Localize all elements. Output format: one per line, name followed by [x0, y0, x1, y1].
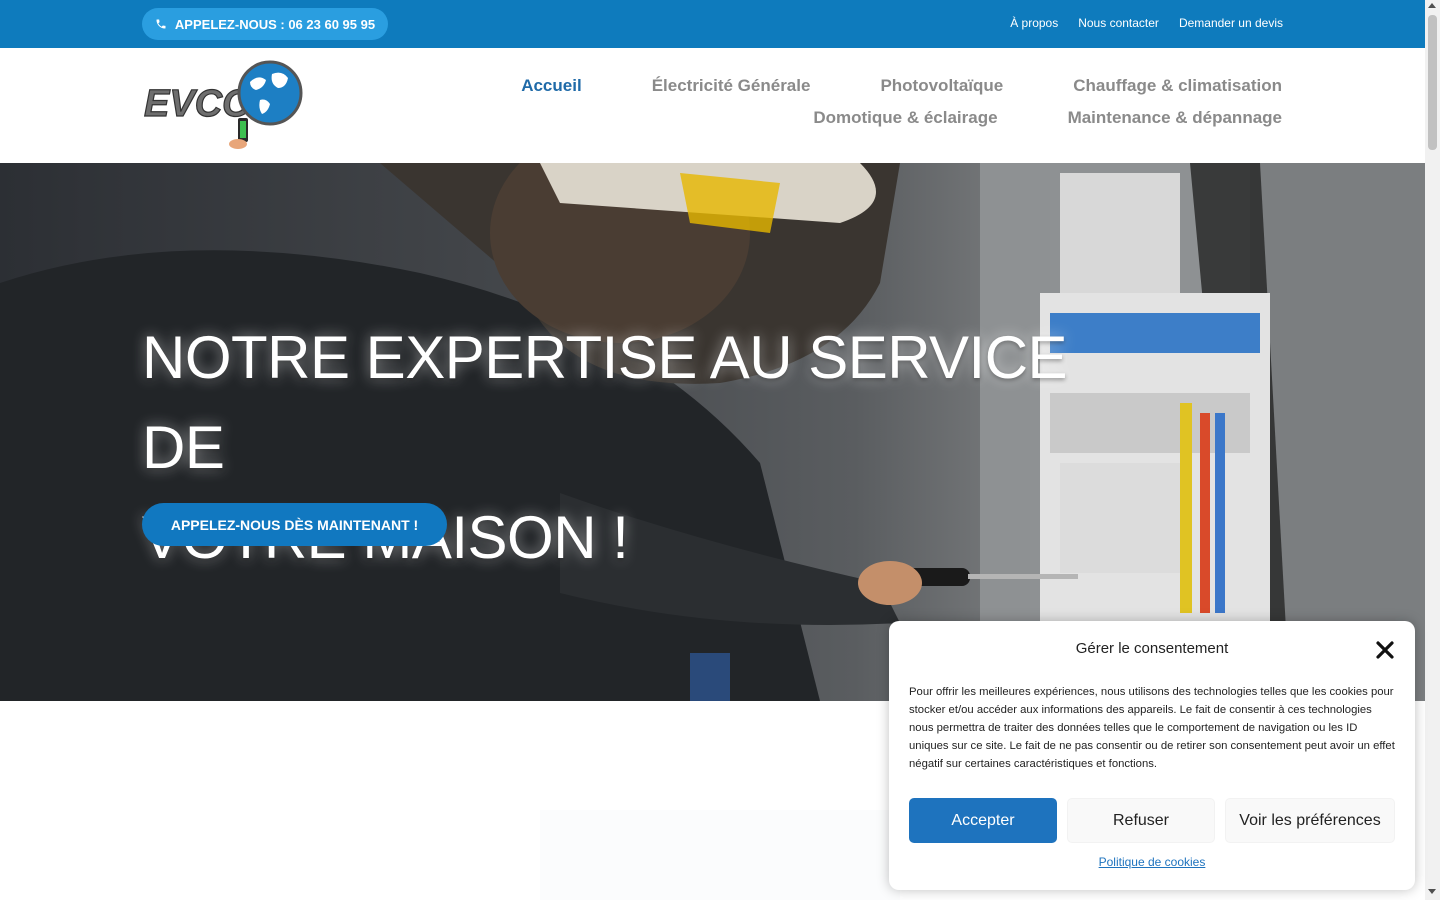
consent-title: Gérer le consentement [1075, 640, 1229, 657]
cookie-consent-dialog: Gérer le consentement Pour offrir les me… [889, 621, 1415, 890]
nav-chauffage-climatisation[interactable]: Chauffage & climatisation [1073, 76, 1282, 96]
refuse-button[interactable]: Refuser [1067, 798, 1215, 843]
scroll-down-arrow-icon[interactable] [1428, 889, 1436, 894]
main-nav: Accueil Électricité Générale Photovoltaï… [470, 76, 1282, 128]
nav-maintenance-depannage[interactable]: Maintenance & dépannage [1068, 108, 1282, 128]
nav-domotique-eclairage[interactable]: Domotique & éclairage [813, 108, 997, 128]
call-phone-button[interactable]: APPELEZ-NOUS : 06 23 60 95 95 [142, 8, 388, 40]
hero-title-line1: NOTRE EXPERTISE AU SERVICE DE [142, 324, 1068, 481]
evcom-logo[interactable]: EVCOM [142, 60, 336, 154]
phone-icon [156, 19, 166, 29]
nav-electricite-generale[interactable]: Électricité Générale [652, 76, 811, 96]
scroll-thumb[interactable] [1428, 15, 1437, 150]
nav-photovoltaique[interactable]: Photovoltaïque [880, 76, 1003, 96]
link-demander-devis[interactable]: Demander un devis [1179, 16, 1283, 30]
hero-call-button[interactable]: APPELEZ-NOUS DÈS MAINTENANT ! [142, 503, 447, 546]
content-placeholder [540, 810, 900, 900]
cookie-policy-link[interactable]: Politique de cookies [889, 855, 1415, 869]
top-bar: APPELEZ-NOUS : 06 23 60 95 95 À propos N… [0, 0, 1425, 48]
page-scrollbar[interactable] [1425, 0, 1440, 900]
view-preferences-button[interactable]: Voir les préférences [1225, 798, 1395, 843]
link-a-propos[interactable]: À propos [1010, 16, 1058, 30]
top-links: À propos Nous contacter Demander un devi… [1010, 16, 1283, 30]
link-nous-contacter[interactable]: Nous contacter [1078, 16, 1159, 30]
consent-text: Pour offrir les meilleures expériences, … [909, 686, 1395, 770]
nav-accueil[interactable]: Accueil [521, 76, 581, 96]
call-phone-label: APPELEZ-NOUS : 06 23 60 95 95 [174, 16, 376, 32]
accept-button[interactable]: Accepter [909, 798, 1057, 843]
site-header: EVCOM Accueil Électricité Générale Photo… [0, 48, 1425, 163]
close-icon[interactable] [1376, 641, 1394, 659]
scroll-up-arrow-icon[interactable] [1428, 3, 1436, 8]
